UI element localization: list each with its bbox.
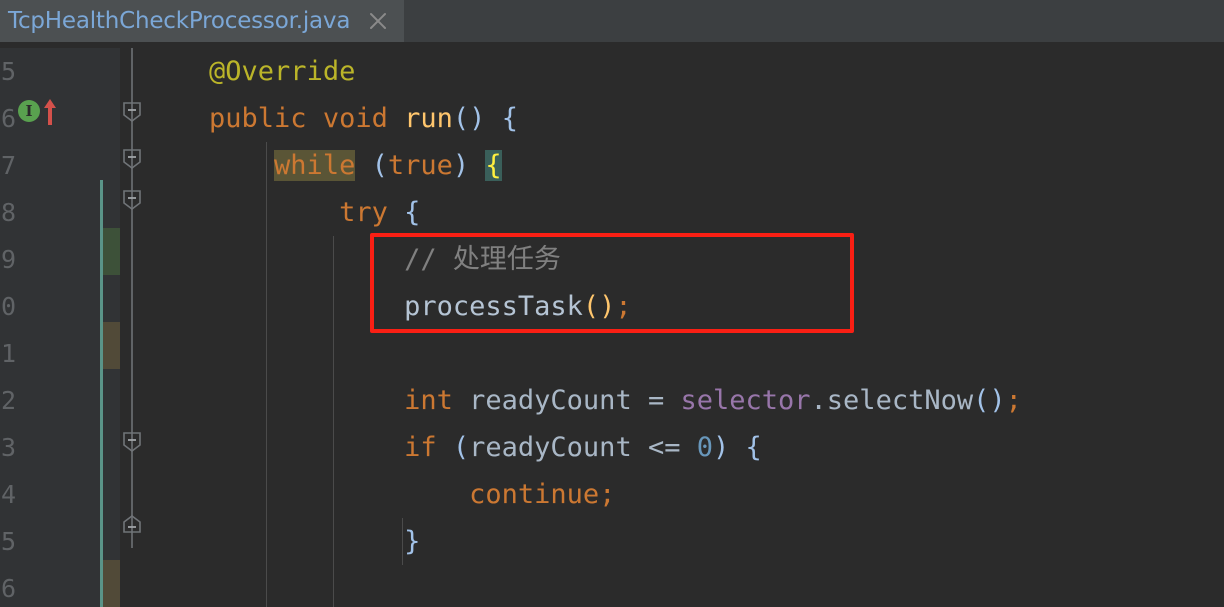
change-bar-modified[interactable] [103,322,120,369]
code-token: // 处理任务 [404,244,561,275]
arrow-up-icon[interactable] [42,96,58,126]
code-token: selector [680,385,811,416]
code-token: <= [631,432,697,463]
line-number: 5 [0,57,16,86]
code-line[interactable]: } [144,518,420,565]
editor-tab-bar: TcpHealthCheckProcessor.java [0,0,1224,42]
close-icon[interactable] [366,9,390,33]
code-token: if [404,432,437,463]
code-token: int [404,385,453,416]
code-line[interactable]: continue; [144,471,615,518]
code-token: { [501,103,518,134]
change-bar-added[interactable] [103,228,120,275]
line-number: 7 [0,151,16,180]
code-token: try [339,197,388,228]
code-content[interactable]: @Override public void run() { while (tru… [144,48,1224,607]
line-number: 6 [0,574,16,603]
implementing-method-icon[interactable]: I [18,100,40,122]
code-line[interactable]: // 处理任务 [144,236,561,283]
code-line[interactable]: processTask(); [144,283,632,330]
code-token: () [582,291,616,322]
editor-area: 5 6 7 8 9 0 1 2 3 4 5 6 I @Override public void run… [0,48,1224,607]
code-token: run [404,103,453,134]
code-token: readyCount [469,432,632,463]
line-number: 0 [0,292,16,321]
fold-collapse-icon[interactable] [120,188,144,212]
line-number: 1 [0,339,16,368]
code-token: processTask [404,291,583,322]
code-token: ( [452,432,470,463]
code-token: selectNow [826,385,974,416]
code-token: = [631,385,681,416]
code-token: () [452,103,486,134]
code-line[interactable]: @Override [144,48,355,95]
editor-tab-label: TcpHealthCheckProcessor.java [8,8,351,34]
code-token: ( [371,150,388,181]
code-token: ) [713,432,730,463]
code-token: ; [1005,385,1022,416]
editor-tab-active[interactable]: TcpHealthCheckProcessor.java [0,0,404,42]
fold-collapse-icon[interactable] [120,430,144,454]
code-token: void [322,103,388,134]
code-line[interactable]: if (readyCount <= 0) { [144,424,762,471]
code-token: true [387,150,453,181]
code-token: ) [452,150,470,181]
line-number: 4 [0,480,16,509]
code-token: . [810,385,827,416]
code-folding-column[interactable] [120,48,144,607]
code-line[interactable]: public void run() { [144,95,518,142]
code-token: @Override [209,56,356,87]
code-token: continue [469,479,600,510]
ide-editor-window: TcpHealthCheckProcessor.java 56789012345… [0,0,1224,607]
line-number: 6 [0,104,16,133]
code-token: ; [615,291,632,322]
code-token: public [209,103,307,134]
code-line[interactable]: try { [144,189,420,236]
fold-collapse-icon[interactable] [120,147,144,171]
code-token: ; [599,479,616,510]
code-token: while [274,150,356,181]
code-token: { [745,432,762,463]
line-number: 5 [0,527,16,556]
editor-gutter[interactable]: 5 6 7 8 9 0 1 2 3 4 5 6 I [0,48,120,607]
change-bar-modified[interactable] [103,560,120,607]
code-line[interactable]: int readyCount = selector.selectNow(); [144,377,1022,424]
fold-end-icon[interactable] [120,513,144,537]
line-number: 2 [0,386,16,415]
code-token: () [973,385,1006,416]
code-token: { [485,150,502,181]
line-number: 3 [0,433,16,462]
code-token: 0 [696,432,713,463]
code-token: readyCount [469,385,632,416]
code-token: } [404,526,421,557]
code-token: { [404,197,421,228]
line-number: 9 [0,245,16,274]
fold-collapse-icon[interactable] [120,100,144,124]
line-number: 8 [0,198,16,227]
code-line[interactable]: while (true) { [144,142,502,189]
